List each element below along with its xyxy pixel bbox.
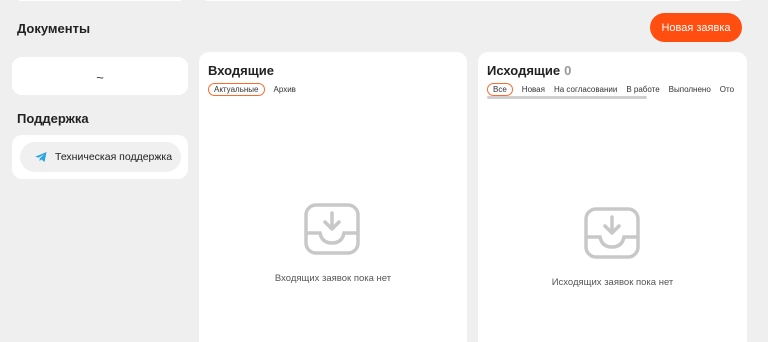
outgoing-tabs: Все Новая На согласовании В работе Выпол… [487,83,747,96]
tech-support-label: Техническая поддержка [55,151,173,163]
outgoing-panel: Исходящие 0 Все Новая На согласовании В р… [478,52,747,342]
outgoing-count: 0 [564,63,572,78]
inbox-icon [584,207,640,259]
tab-all[interactable]: Все [487,83,513,96]
tab-in-progress[interactable]: В работе [626,85,659,94]
new-request-button[interactable]: Новая заявка [650,13,742,42]
tab-approval[interactable]: На согласовании [554,85,617,94]
incoming-panel: Входящие Актуальные Архив Входящих заяво… [199,52,467,342]
top-card-left [12,0,188,1]
tech-support-button[interactable]: Техническая поддержка [20,142,181,172]
telegram-icon [34,150,48,164]
tabs-scrollbar[interactable] [487,96,647,99]
incoming-empty-text: Входящих заявок пока нет [274,273,392,284]
support-card: Техническая поддержка [12,135,188,179]
outgoing-title: Исходящие 0 [487,63,572,78]
top-card-right [199,0,747,1]
inbox-icon [304,203,360,255]
outgoing-empty-text: Исходящих заявок пока нет [551,277,674,288]
documents-card[interactable]: ~ [12,57,188,95]
documents-title: Документы [17,21,91,36]
documents-value: ~ [96,70,104,85]
tab-rejected[interactable]: Отo [720,85,734,94]
incoming-title: Входящие [208,63,274,78]
tab-archive[interactable]: Архив [274,85,296,94]
incoming-tabs: Актуальные Архив [208,83,296,96]
support-title: Поддержка [17,111,89,126]
tab-done[interactable]: Выполнено [669,85,711,94]
tab-current[interactable]: Актуальные [208,83,265,96]
tab-new[interactable]: Новая [522,85,545,94]
